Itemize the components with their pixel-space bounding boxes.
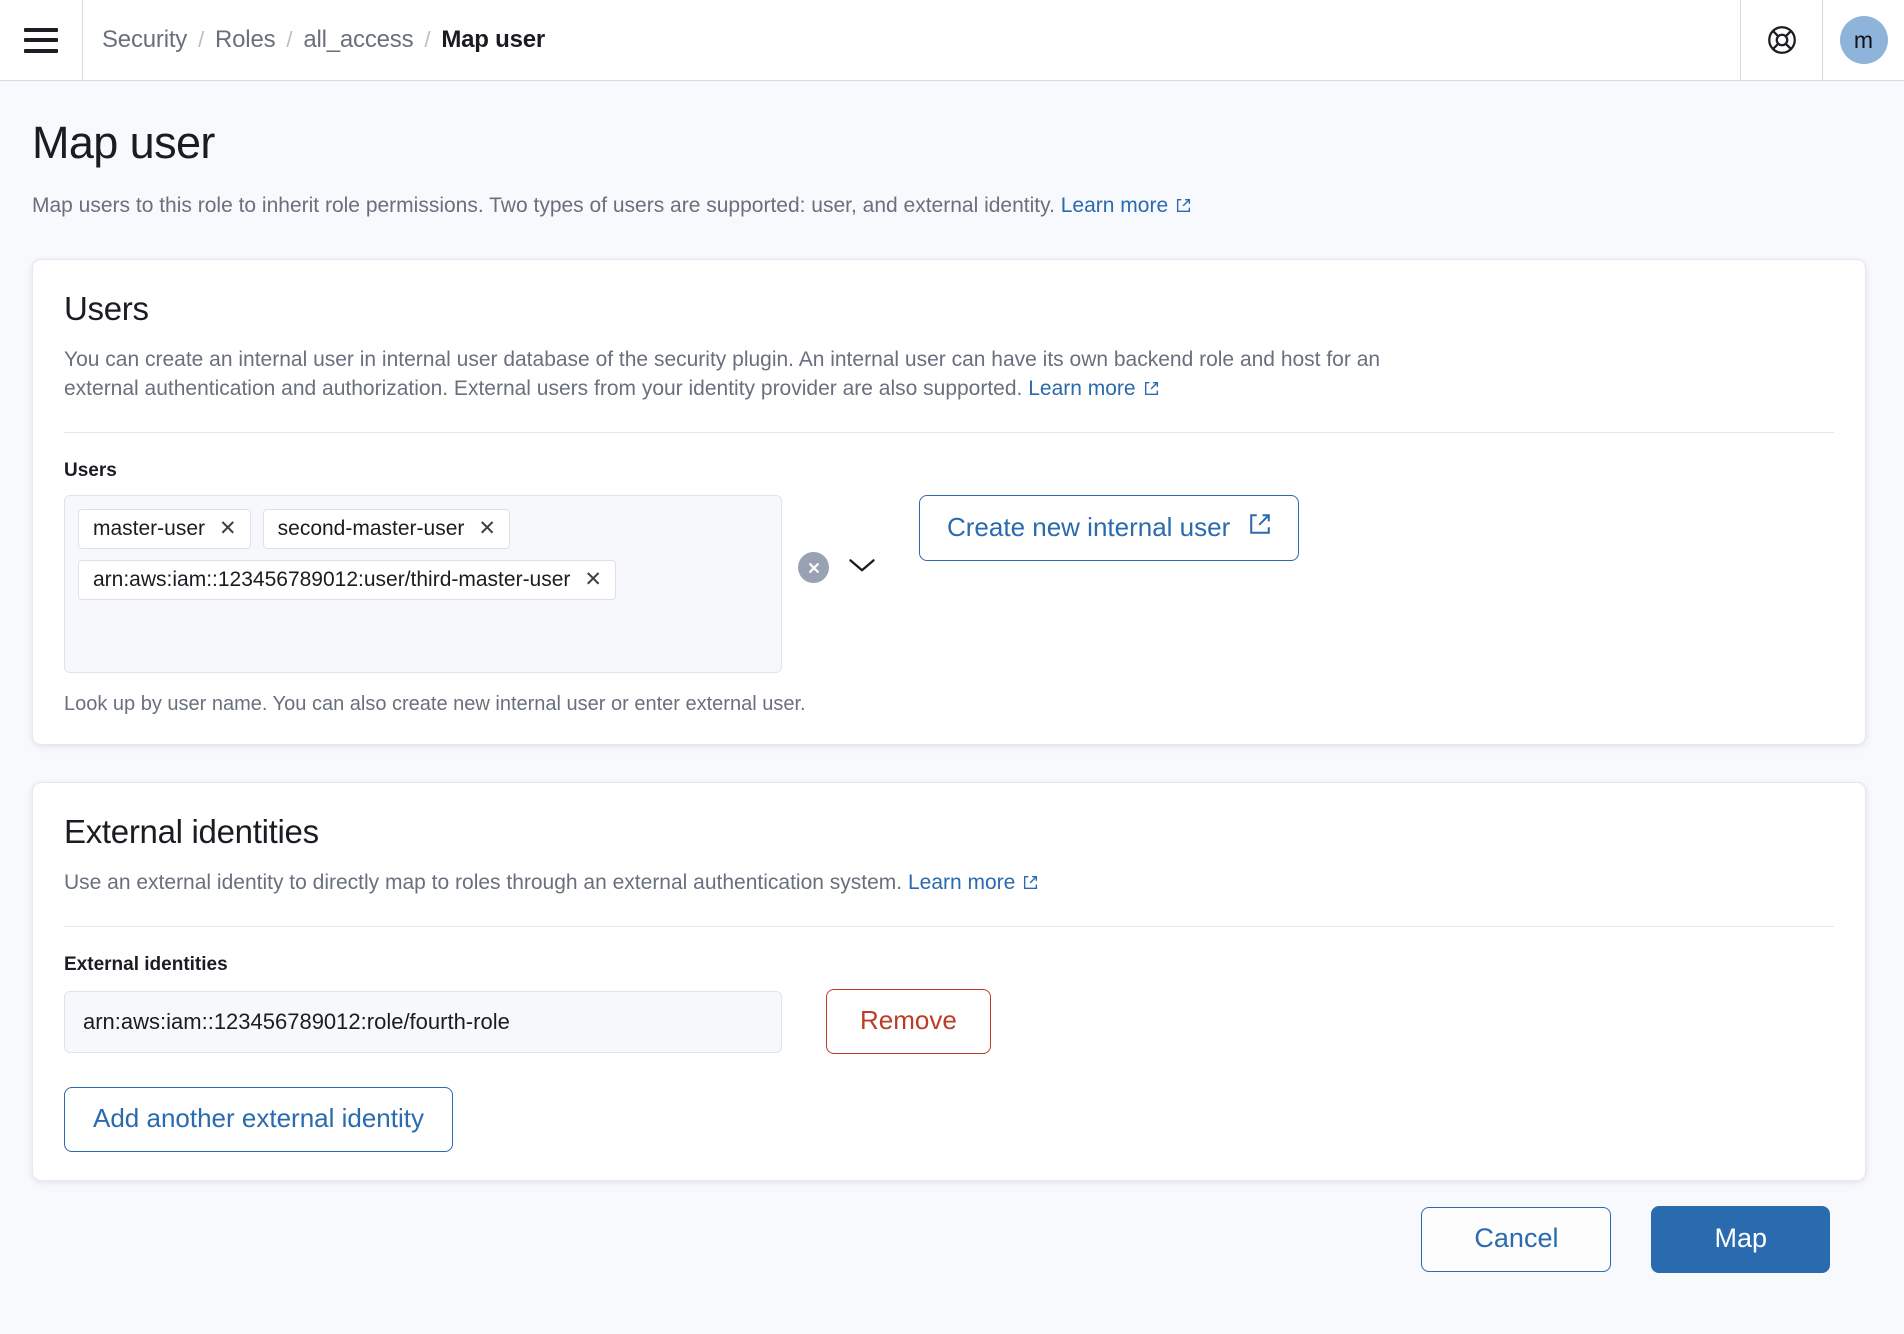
top-header: Security / Roles / all_access / Map user (0, 0, 1904, 81)
page-title: Map user (32, 117, 215, 168)
external-link-icon (1143, 377, 1160, 406)
users-panel: Users You can create an internal user in… (32, 259, 1866, 746)
remove-pill-icon[interactable]: ✕ (478, 518, 496, 539)
external-link-icon (1022, 871, 1039, 900)
external-panel-description: Use an external identity to directly map… (64, 869, 1394, 900)
users-panel-description-text: You can create an internal user in inter… (64, 348, 1381, 401)
remove-pill-icon[interactable]: ✕ (219, 518, 237, 539)
user-pill-label: master-user (93, 517, 206, 541)
page-learn-more-link[interactable]: Learn more (1061, 194, 1192, 217)
app-root: Security / Roles / all_access / Map user (0, 0, 1904, 1334)
user-pill[interactable]: arn:aws:iam::123456789012:user/third-mas… (78, 560, 617, 601)
external-identity-row: Remove (64, 989, 1834, 1055)
user-pill-label: arn:aws:iam::123456789012:user/third-mas… (93, 568, 571, 592)
hamburger-menu-icon[interactable] (0, 0, 82, 80)
user-pill[interactable]: master-user ✕ (78, 509, 251, 550)
page-description-text: Map users to this role to inherit role p… (32, 193, 1055, 217)
page-body: Map user Map users to this role to inher… (0, 81, 1904, 1334)
chevron-down-icon[interactable] (847, 555, 877, 580)
external-identity-input[interactable] (64, 990, 782, 1053)
breadcrumb-item-security[interactable]: Security (102, 26, 187, 54)
lifebuoy-help-icon[interactable] (1741, 0, 1822, 80)
users-field-hint: Look up by user name. You can also creat… (64, 693, 806, 716)
remove-external-identity-button[interactable]: Remove (826, 989, 991, 1055)
avatar[interactable]: m (1839, 16, 1888, 64)
external-link-icon (1175, 193, 1192, 222)
clear-all-circle-icon[interactable] (798, 552, 829, 584)
header-actions: m (1740, 0, 1904, 81)
users-combobox[interactable]: master-user ✕ second-master-user ✕ arn:a… (64, 495, 875, 674)
breadcrumb: Security / Roles / all_access / Map user (83, 26, 1740, 54)
page-inner: Map user Map users to this role to inher… (0, 81, 1904, 1274)
users-panel-title: Users (64, 290, 149, 328)
external-panel-description-text: Use an external identity to directly map… (64, 871, 903, 895)
users-panel-description: You can create an internal user in inter… (64, 346, 1394, 406)
external-identities-panel: External identities Use an external iden… (32, 782, 1866, 1182)
external-learn-more-label: Learn more (907, 871, 1016, 895)
avatar-container: m (1823, 0, 1904, 80)
users-field-label: Users (64, 460, 117, 482)
external-field-label: External identities (64, 954, 228, 976)
create-new-internal-user-button[interactable]: Create new internal user (919, 495, 1300, 562)
add-another-external-identity-button[interactable]: Add another external identity (64, 1087, 453, 1153)
cancel-button[interactable]: Cancel (1421, 1207, 1612, 1273)
breadcrumb-item-map-user: Map user (441, 26, 546, 53)
combobox-actions (798, 552, 877, 584)
hamburger-bars (24, 27, 58, 53)
external-panel-divider (64, 926, 1834, 928)
users-learn-more-link[interactable]: Learn more (1028, 377, 1159, 400)
breadcrumb-separator: / (286, 27, 293, 52)
external-panel-title: External identities (64, 813, 319, 851)
breadcrumb-separator: / (198, 27, 205, 52)
user-pill[interactable]: second-master-user ✕ (262, 509, 510, 550)
page-learn-more-label: Learn more (1060, 193, 1169, 217)
users-field-row: master-user ✕ second-master-user ✕ arn:a… (64, 495, 1834, 674)
users-learn-more-label: Learn more (1028, 377, 1136, 401)
breadcrumb-item-roles[interactable]: Roles (215, 26, 276, 54)
breadcrumb-separator: / (424, 27, 431, 52)
page-description: Map users to this role to inherit role p… (32, 191, 1866, 222)
user-pill-label: second-master-user (277, 517, 465, 541)
map-button[interactable]: Map (1651, 1206, 1830, 1274)
external-link-icon (1247, 511, 1273, 544)
remove-pill-icon[interactable]: ✕ (584, 569, 602, 590)
breadcrumb-item-all-access[interactable]: all_access (303, 26, 413, 54)
users-panel-divider (64, 432, 1834, 434)
form-footer: Cancel Map (32, 1181, 1866, 1274)
create-new-internal-user-label: Create new internal user (947, 512, 1231, 543)
external-learn-more-link[interactable]: Learn more (908, 871, 1039, 894)
